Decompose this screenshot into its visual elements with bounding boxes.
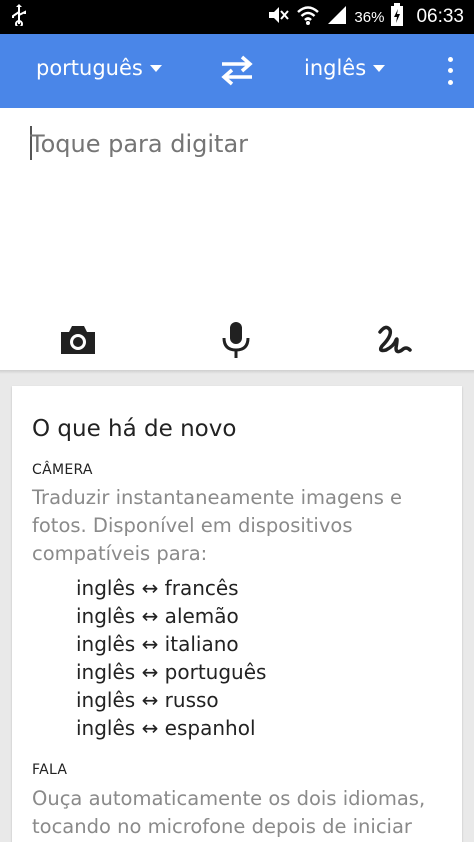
whats-new-card: O que há de novo CÂMERA Traduzir instant… bbox=[12, 386, 462, 842]
translate-text-input[interactable] bbox=[30, 130, 450, 158]
source-language-label: português bbox=[36, 56, 143, 80]
speech-description: Ouça automaticamente os dois idiomas, to… bbox=[32, 787, 426, 838]
microphone-icon bbox=[222, 322, 250, 358]
target-language-selector[interactable]: inglês bbox=[304, 56, 386, 80]
camera-button[interactable] bbox=[58, 320, 98, 360]
usb-icon bbox=[10, 4, 28, 30]
input-area bbox=[0, 108, 474, 370]
dropdown-caret-icon bbox=[149, 64, 162, 72]
list-item: inglês ↔ italiano bbox=[76, 632, 239, 656]
app-bar: português inglês bbox=[0, 34, 474, 108]
mute-icon bbox=[266, 4, 290, 30]
status-time: 06:33 bbox=[416, 6, 464, 27]
target-language-label: inglês bbox=[304, 56, 367, 80]
battery-percent: 36% bbox=[354, 8, 385, 26]
whats-new-title: O que há de novo bbox=[32, 416, 237, 442]
list-item: inglês ↔ francês bbox=[76, 576, 239, 600]
swap-languages-button[interactable] bbox=[218, 54, 256, 86]
camera-description: Traduzir instantaneamente imagens e foto… bbox=[32, 486, 403, 565]
list-item: inglês ↔ russo bbox=[76, 688, 219, 712]
dropdown-caret-icon bbox=[373, 64, 386, 72]
camera-section-label: CÂMERA bbox=[32, 462, 93, 478]
source-language-selector[interactable]: português bbox=[36, 56, 162, 80]
microphone-button[interactable] bbox=[216, 320, 256, 360]
status-bar: 36% 06:33 bbox=[0, 0, 474, 34]
camera-icon bbox=[61, 326, 95, 354]
input-divider bbox=[0, 370, 474, 374]
signal-icon bbox=[326, 4, 348, 30]
list-item: inglês ↔ alemão bbox=[76, 604, 239, 628]
list-item: inglês ↔ espanhol bbox=[76, 716, 256, 740]
battery-charging-icon bbox=[390, 3, 404, 31]
overflow-menu-icon[interactable] bbox=[438, 54, 462, 88]
wifi-icon bbox=[296, 4, 320, 30]
input-tools bbox=[0, 312, 474, 368]
list-item: inglês ↔ português bbox=[76, 660, 267, 684]
camera-language-pairs: inglês ↔ francês inglês ↔ alemão inglês … bbox=[76, 574, 266, 742]
swap-icon bbox=[221, 55, 253, 86]
handwriting-icon bbox=[378, 325, 412, 354]
speech-section-label: FALA bbox=[32, 762, 68, 778]
handwriting-button[interactable] bbox=[374, 320, 414, 360]
